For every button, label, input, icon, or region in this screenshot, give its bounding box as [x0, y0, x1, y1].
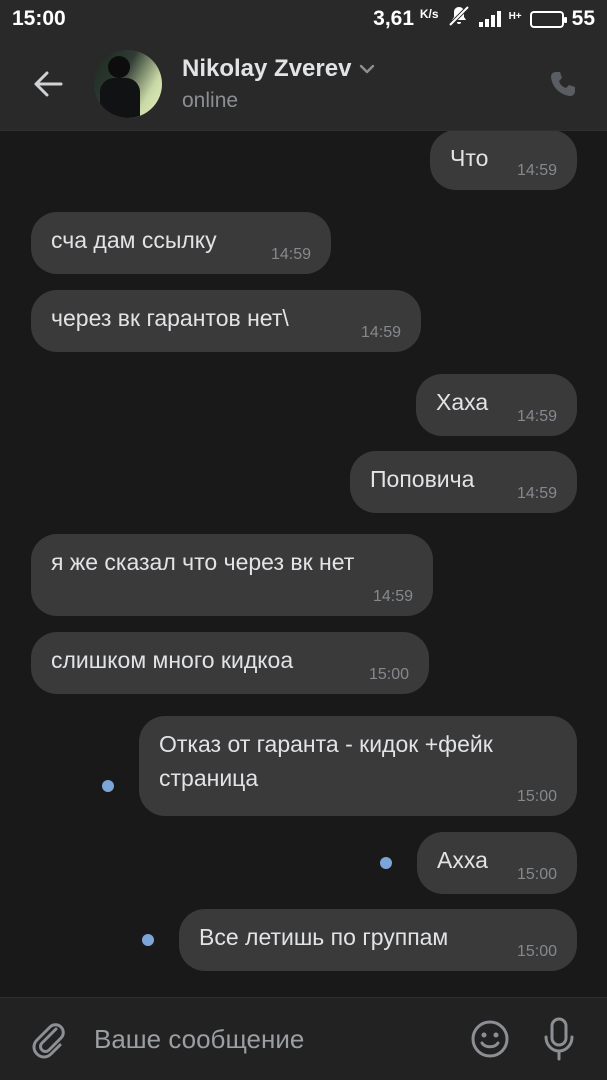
- status-time: 15:00: [12, 7, 66, 30]
- contact-info[interactable]: Nikolay Zverev online: [182, 55, 375, 113]
- status-bar: 15:00 3,61 K/s H+ 55: [0, 0, 607, 38]
- message-time: 14:59: [360, 324, 401, 341]
- message-text: слишком много кидкоа: [51, 647, 294, 673]
- message-list[interactable]: Что 14:59 сча дам ссылку 14:59 через вк …: [0, 131, 607, 997]
- emoji-button[interactable]: [465, 1014, 515, 1064]
- message-bubble-in[interactable]: слишком много кидкоа 15:00: [31, 632, 429, 694]
- message-time: 15:00: [368, 666, 409, 683]
- battery-percent: 55: [571, 7, 595, 30]
- message-time: 14:59: [516, 485, 557, 502]
- network-type: H+: [508, 11, 522, 22]
- message-input[interactable]: [94, 1023, 465, 1055]
- message-text: через вк гарантов нет\: [51, 305, 289, 331]
- message-bubble-out[interactable]: Отказ от гаранта - кидок +фейк страница …: [139, 716, 577, 816]
- message-text: Отказ от гаранта - кидок +фейк страница: [159, 731, 493, 791]
- message-bubble-in[interactable]: я же сказал что через вк нет 14:59: [31, 534, 433, 616]
- microphone-icon: [544, 1017, 574, 1061]
- paperclip-icon: [32, 1023, 65, 1059]
- message-text: Поповича: [370, 466, 475, 492]
- message-bubble-in[interactable]: через вк гарантов нет\ 14:59: [31, 290, 421, 352]
- message-time: 14:59: [270, 246, 311, 263]
- battery-icon: [529, 10, 567, 28]
- message-text: сча дам ссылку: [51, 227, 217, 253]
- message-bubble-out[interactable]: Поповича 14:59: [350, 451, 577, 513]
- contact-name: Nikolay Zverev: [182, 55, 352, 82]
- back-button[interactable]: [16, 52, 80, 116]
- message-text: Что: [450, 145, 489, 171]
- unread-indicator: [142, 934, 154, 946]
- unread-indicator: [380, 857, 392, 869]
- message-text: Хаха: [436, 389, 489, 415]
- chat-screen: 15:00 3,61 K/s H+ 55 Nikolay Zverev onli…: [0, 0, 607, 1080]
- message-time: 15:00: [516, 788, 557, 805]
- voice-message-button[interactable]: [537, 1014, 581, 1064]
- attach-button[interactable]: [22, 1013, 74, 1065]
- network-speed-value: 3,61: [373, 7, 415, 30]
- call-button[interactable]: [543, 64, 583, 104]
- message-text: Ахха: [437, 847, 488, 873]
- unread-indicator: [102, 780, 114, 792]
- status-indicators: 3,61 K/s H+ 55: [373, 5, 595, 33]
- message-bubble-out[interactable]: Хаха 14:59: [416, 374, 577, 436]
- message-composer: [0, 997, 607, 1080]
- message-time: 14:59: [516, 408, 557, 425]
- smile-icon: [471, 1020, 509, 1058]
- network-speed: 3,61 K/s: [373, 7, 438, 31]
- message-text: я же сказал что через вк нет: [51, 549, 355, 575]
- mute-icon: [447, 5, 471, 33]
- network-speed-unit: K/s: [419, 7, 439, 21]
- message-time: 14:59: [372, 588, 413, 605]
- signal-icon: [478, 11, 501, 27]
- contact-name-row: Nikolay Zverev: [182, 55, 375, 83]
- message-bubble-in[interactable]: сча дам ссылку 14:59: [31, 212, 331, 274]
- arrow-left-icon: [34, 71, 63, 97]
- message-text: Все летишь по группам: [199, 924, 449, 950]
- message-bubble-out[interactable]: Все летишь по группам 15:00: [179, 909, 577, 971]
- contact-presence: online: [182, 89, 239, 112]
- message-time: 14:59: [516, 162, 557, 179]
- message-bubble-out[interactable]: Что 14:59: [430, 131, 577, 190]
- phone-icon: [551, 72, 575, 96]
- message-bubble-out[interactable]: Ахха 15:00: [417, 832, 577, 894]
- message-time: 15:00: [516, 943, 557, 960]
- contact-avatar[interactable]: [94, 50, 162, 118]
- chat-header: Nikolay Zverev online: [0, 38, 607, 131]
- chevron-down-icon: [360, 64, 375, 74]
- message-time: 15:00: [516, 866, 557, 883]
